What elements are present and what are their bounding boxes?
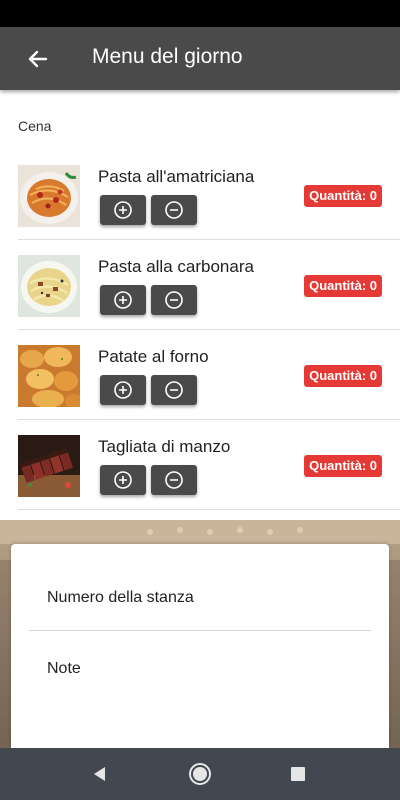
remove-quantity-button[interactable] xyxy=(151,375,197,405)
nav-back-button[interactable] xyxy=(86,760,114,788)
page-title: Menu del giorno xyxy=(92,45,243,68)
roasted-potatoes-photo xyxy=(18,345,80,407)
dish-name: Pasta all'amatriciana xyxy=(98,167,255,186)
remove-quantity-button[interactable] xyxy=(151,465,197,495)
remove-quantity-button[interactable] xyxy=(151,195,197,225)
plus-circle-icon xyxy=(114,471,132,489)
menu-item: Pasta alla carbonara Quantità: 0 xyxy=(0,240,400,330)
dish-name: Tagliata di manzo xyxy=(98,437,231,456)
nav-recents-button[interactable] xyxy=(284,760,312,788)
quantity-badge: Quantità: 0 xyxy=(304,275,382,297)
nav-recents-icon xyxy=(291,767,305,781)
back-button[interactable] xyxy=(22,44,52,74)
nav-home-icon xyxy=(189,763,211,785)
notes-field[interactable]: Note xyxy=(47,660,81,678)
menu-item: Pasta all'amatriciana Quantità: 0 xyxy=(0,150,400,240)
app-bar: Menu del giorno xyxy=(0,27,400,90)
menu-item: Tagliata di manzo Quantità: 0 xyxy=(0,420,400,510)
quantity-badge: Quantità: 0 xyxy=(304,455,382,477)
divider xyxy=(18,509,400,510)
add-quantity-button[interactable] xyxy=(100,375,146,405)
minus-circle-icon xyxy=(165,381,183,399)
divider xyxy=(29,630,371,631)
section-label: Cena xyxy=(18,118,52,134)
add-quantity-button[interactable] xyxy=(100,195,146,225)
dish-name: Pasta alla carbonara xyxy=(98,257,254,276)
minus-circle-icon xyxy=(165,291,183,309)
room-number-field[interactable]: Numero della stanza xyxy=(47,589,194,607)
pasta-amatriciana-photo xyxy=(18,165,80,227)
navigation-bar xyxy=(0,748,400,800)
quantity-badge: Quantità: 0 xyxy=(304,185,382,207)
minus-circle-icon xyxy=(165,201,183,219)
quantity-badge: Quantità: 0 xyxy=(304,365,382,387)
status-bar xyxy=(0,0,400,27)
plus-circle-icon xyxy=(114,291,132,309)
dish-name: Patate al forno xyxy=(98,347,209,366)
order-form-sheet: Numero della stanza Note xyxy=(11,544,389,748)
nav-home-button[interactable] xyxy=(186,760,214,788)
plus-circle-icon xyxy=(114,201,132,219)
add-quantity-button[interactable] xyxy=(100,285,146,315)
nav-back-icon xyxy=(94,767,105,781)
remove-quantity-button[interactable] xyxy=(151,285,197,315)
menu-item: Patate al forno Quantità: 0 xyxy=(0,330,400,420)
pasta-carbonara-photo xyxy=(18,255,80,317)
arrow-left-icon xyxy=(28,50,48,68)
menu-list: Pasta all'amatriciana Quantità: 0 Pasta … xyxy=(0,150,400,510)
sliced-beef-photo xyxy=(18,435,80,497)
plus-circle-icon xyxy=(114,381,132,399)
add-quantity-button[interactable] xyxy=(100,465,146,495)
minus-circle-icon xyxy=(165,471,183,489)
